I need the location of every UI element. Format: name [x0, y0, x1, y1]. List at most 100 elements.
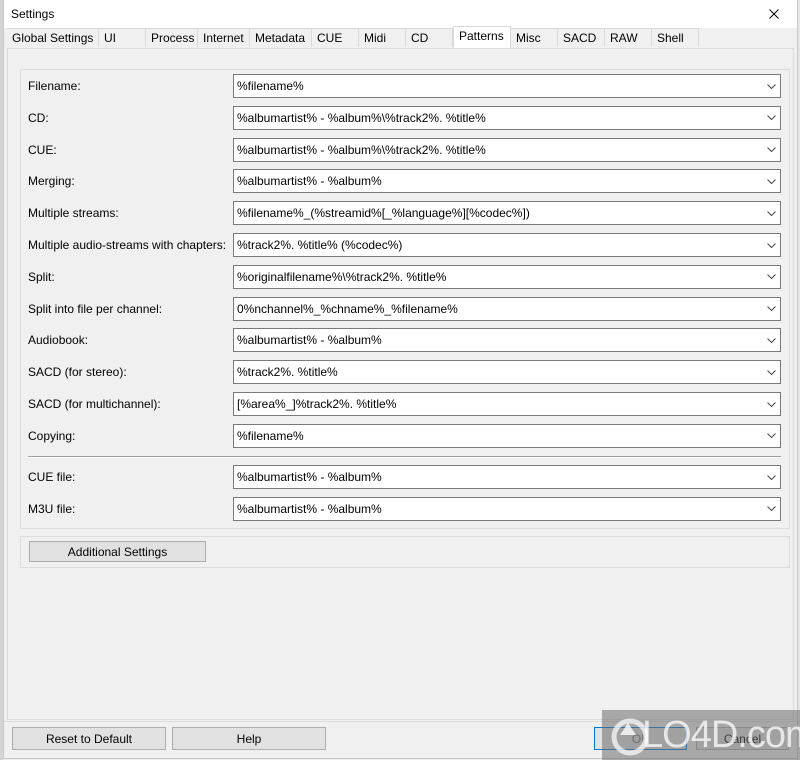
button-label: Cancel — [723, 731, 762, 746]
pattern-row-cue-file: CUE file: %albumartist% - %album% — [21, 465, 789, 489]
tab-label: CUE — [317, 31, 343, 45]
pattern-label: Multiple streams: — [28, 206, 119, 221]
chevron-down-icon — [766, 274, 776, 280]
tab-label: Shell — [657, 31, 684, 45]
dropdown-button[interactable] — [762, 202, 780, 224]
pattern-label: M3U file: — [28, 501, 76, 516]
split-combobox[interactable]: %originalfilename%\%track2%. %title% — [233, 264, 781, 289]
sacd-for-stereo-combobox[interactable]: %track2%. %title% — [233, 360, 781, 385]
dropdown-button[interactable] — [762, 329, 780, 351]
dropdown-button[interactable] — [762, 425, 780, 447]
pattern-row-split-into-file-per-channel: Split into file per channel: 0%nchannel%… — [21, 296, 789, 321]
pattern-row-audiobook: Audiobook: %albumartist% - %album% — [21, 328, 789, 353]
dropdown-button[interactable] — [762, 139, 780, 161]
pattern-label: CD: — [28, 110, 49, 125]
pattern-row-copying: Copying: %filename% — [21, 423, 789, 448]
tab-sacd[interactable]: SACD — [558, 28, 605, 47]
chevron-down-icon — [766, 83, 776, 89]
copying-combobox[interactable]: %filename% — [233, 423, 781, 448]
dropdown-button[interactable] — [762, 393, 780, 415]
chevron-down-icon — [766, 506, 776, 512]
pattern-value: %albumartist% - %album% — [237, 470, 382, 484]
cancel-button[interactable]: Cancel — [696, 727, 789, 750]
tab-metadata[interactable]: Metadata — [250, 28, 312, 47]
tab-raw[interactable]: RAW — [605, 28, 652, 47]
reset-to-default-button[interactable]: Reset to Default — [12, 727, 166, 750]
audiobook-combobox[interactable]: %albumartist% - %album% — [233, 328, 781, 353]
tab-label: Internet — [203, 31, 244, 45]
multiple-audio-streams-with-chapters-combobox[interactable]: %track2%. %title% (%codec%) — [233, 233, 781, 257]
pattern-value: %albumartist% - %album% — [237, 501, 382, 516]
tab-label: Global Settings — [12, 31, 94, 45]
additional-settings-button[interactable]: Additional Settings — [29, 541, 206, 562]
chevron-down-icon — [766, 369, 776, 375]
tab-cd[interactable]: CD — [406, 28, 453, 47]
filename-combobox[interactable]: %filename% — [233, 74, 781, 98]
pattern-row-m3u-file: M3U file: %albumartist% - %album% — [21, 496, 789, 521]
pattern-row-multiple-streams: Multiple streams: %filename%_(%streamid%… — [21, 201, 789, 226]
dropdown-button[interactable] — [762, 170, 780, 192]
ok-button[interactable]: OK — [594, 727, 687, 750]
close-button[interactable] — [751, 0, 797, 28]
section-divider — [28, 456, 781, 458]
split-into-file-per-channel-combobox[interactable]: 0%nchannel%_%chname%_%filename% — [233, 296, 781, 321]
tab-misc[interactable]: Misc — [511, 28, 558, 47]
chevron-down-icon — [766, 474, 776, 480]
cue-file-combobox[interactable]: %albumartist% - %album% — [233, 465, 781, 489]
pattern-row-merging: Merging: %albumartist% - %album% — [21, 169, 789, 194]
pattern-label: Audiobook: — [28, 333, 89, 348]
help-button[interactable]: Help — [172, 727, 326, 750]
chevron-down-icon — [766, 306, 776, 312]
chevron-down-icon — [766, 433, 776, 439]
chevron-down-icon — [766, 115, 776, 121]
cd-combobox[interactable]: %albumartist% - %album%\%track2%. %title… — [233, 105, 781, 130]
pattern-row-sacd-for-stereo: SACD (for stereo): %track2%. %title% — [21, 360, 789, 385]
tab-internet[interactable]: Internet — [198, 28, 250, 47]
cue-combobox[interactable]: %albumartist% - %album%\%track2%. %title… — [233, 137, 781, 162]
button-label: OK — [631, 731, 650, 746]
chevron-down-icon — [766, 401, 776, 407]
merging-combobox[interactable]: %albumartist% - %album% — [233, 169, 781, 194]
pattern-label: Split: — [28, 269, 55, 284]
multiple-streams-combobox[interactable]: %filename%_(%streamid%[_%language%][%cod… — [233, 201, 781, 226]
tab-label: Metadata — [255, 31, 306, 45]
pattern-row-sacd-for-multichannel: SACD (for multichannel): [%area%_]%track… — [21, 392, 789, 416]
tab-global-settings[interactable]: Global Settings — [7, 28, 99, 47]
dropdown-button[interactable] — [762, 466, 780, 488]
dropdown-button[interactable] — [762, 498, 780, 520]
settings-dialog: Settings Global Settings UI Process Inte… — [3, 0, 798, 759]
tab-cue[interactable]: CUE — [312, 28, 359, 47]
pattern-value: 0%nchannel%_%chname%_%filename% — [237, 301, 458, 316]
tab-process[interactable]: Process — [146, 28, 198, 47]
pattern-value: %filename%_(%streamid%[_%language%][%cod… — [237, 206, 530, 221]
pattern-row-filename: Filename: %filename% — [21, 74, 789, 98]
pattern-label: CUE: — [28, 142, 57, 157]
pattern-row-split: Split: %originalfilename%\%track2%. %tit… — [21, 264, 789, 289]
m3u-file-combobox[interactable]: %albumartist% - %album% — [233, 496, 781, 521]
dropdown-button[interactable] — [762, 298, 780, 320]
dropdown-button[interactable] — [762, 361, 780, 383]
pattern-label: Filename: — [28, 79, 81, 93]
chevron-down-icon — [766, 179, 776, 184]
tab-label: RAW — [610, 31, 638, 45]
tab-shell[interactable]: Shell — [652, 28, 699, 47]
pattern-label: Multiple audio-streams with chapters: — [28, 238, 227, 252]
dropdown-button[interactable] — [762, 107, 780, 129]
pattern-label: Split into file per channel: — [28, 301, 163, 316]
pattern-value: %filename% — [237, 79, 304, 93]
pattern-value: %originalfilename%\%track2%. %title% — [237, 269, 447, 284]
pattern-value: %filename% — [237, 428, 304, 443]
tab-midi[interactable]: Midi — [359, 28, 406, 47]
tab-patterns[interactable]: Patterns — [453, 26, 511, 48]
chevron-down-icon — [766, 210, 776, 216]
tab-label: UI — [104, 31, 116, 45]
pattern-row-multiple-audio-streams-with-chapters: Multiple audio-streams with chapters: %t… — [21, 233, 789, 257]
sacd-for-multichannel-combobox[interactable]: [%area%_]%track2%. %title% — [233, 392, 781, 416]
button-label: Additional Settings — [67, 544, 168, 559]
pattern-label: Copying: — [28, 428, 76, 443]
tab-ui[interactable]: UI — [99, 28, 146, 47]
dropdown-button[interactable] — [762, 266, 780, 288]
dropdown-button[interactable] — [762, 234, 780, 256]
tab-label: SACD — [563, 31, 597, 45]
dropdown-button[interactable] — [762, 75, 780, 97]
